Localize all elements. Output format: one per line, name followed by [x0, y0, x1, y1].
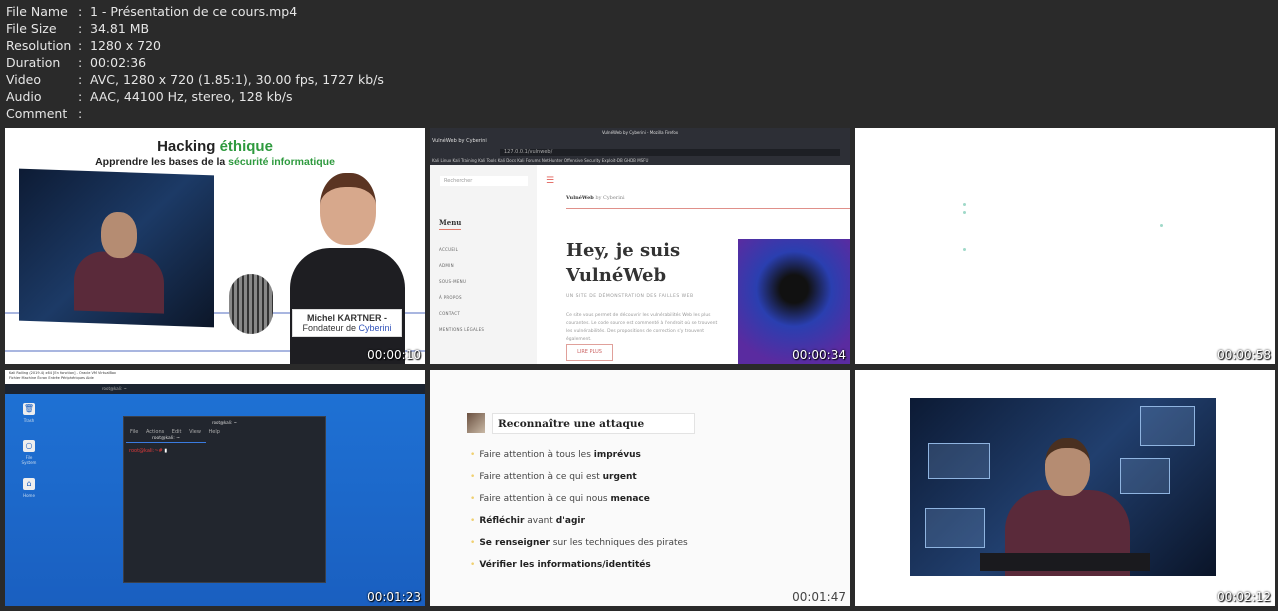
- menu-item: SOUS-MENU: [439, 279, 467, 284]
- bullet-text: Se renseigner: [479, 538, 550, 548]
- kali-panel: root@kali: ~: [5, 384, 425, 394]
- url-bar: 127.0.0.1/vulnweb/: [500, 149, 840, 156]
- file-info: File Name:1 - Présentation de ce cours.m…: [6, 3, 384, 122]
- matrix-image: [738, 239, 850, 364]
- window-title: VulnéWeb by Cyberini - Mozilla Firefox: [601, 130, 679, 135]
- read-more-button: LIRE PLUS: [566, 344, 613, 361]
- filesystem-icon: ○ File System: [21, 440, 37, 465]
- info-key: Comment: [6, 106, 68, 121]
- info-colon: :: [78, 4, 83, 19]
- menu-item: ACCUEIL: [439, 247, 459, 252]
- divider: [566, 208, 850, 209]
- timestamp: 00:00:58: [1217, 348, 1271, 362]
- bullet-text: Faire attention à ce qui est: [479, 472, 603, 482]
- dot: [963, 248, 966, 251]
- dot: [1160, 224, 1163, 227]
- bullet-text: d'agir: [555, 516, 585, 526]
- hero-heading: Hey, je suis VulnéWeb: [566, 240, 681, 286]
- browser-chrome: VulnéWeb by Cyberini - Mozilla Firefox V…: [430, 128, 850, 165]
- timestamp: 00:00:10: [367, 348, 421, 362]
- slide-bullets: Faire attention à tous les imprévusFaire…: [470, 450, 688, 582]
- bullet-item: Se renseigner sur les techniques des pir…: [470, 538, 688, 560]
- trash-icon: 🗑 Trash: [23, 403, 35, 423]
- sidebar: Rechercher Menu ACCUEIL ADMIN SOUS-MENU …: [430, 165, 537, 364]
- info-row: Video: AVC, 1280 x 720 (1.85:1), 30.00 fp…: [6, 71, 384, 88]
- bullet-item: Faire attention à tous les imprévus: [470, 450, 688, 472]
- bullet-text: Faire attention à ce qui nous: [479, 494, 611, 504]
- info-value: 1280 x 720: [90, 38, 162, 53]
- thumbnail-5[interactable]: Reconnaître une attaque Faire attention …: [430, 370, 850, 606]
- bullet-text: Réfléchir: [479, 516, 525, 526]
- info-row: Comment:: [6, 105, 384, 122]
- info-key: Duration: [6, 55, 61, 70]
- info-value: AVC, 1280 x 720 (1.85:1), 30.00 fps, 172…: [90, 72, 384, 87]
- search-input: Rechercher: [440, 176, 528, 186]
- thumbnail-1[interactable]: Hacking éthique Apprendre les bases de l…: [5, 128, 425, 364]
- info-row: Audio: AAC, 44100 Hz, stereo, 128 kb/s: [6, 88, 384, 105]
- terminal-window: root@kali: ~ File Actions Edit View Help…: [123, 416, 326, 583]
- timestamp: 00:02:12: [1217, 590, 1271, 604]
- dot: [963, 203, 966, 206]
- microphone-image: [229, 274, 273, 334]
- thumbnail-2[interactable]: VulnéWeb by Cyberini - Mozilla Firefox V…: [430, 128, 850, 364]
- info-colon: :: [78, 106, 83, 121]
- bullet-text: menace: [610, 494, 650, 504]
- info-key: File Name: [6, 4, 68, 19]
- thumbnail-3[interactable]: 00:00:58: [855, 128, 1275, 364]
- hamburger-icon: ☰: [546, 176, 555, 186]
- course-subtitle: Apprendre les bases de la sécurité infor…: [95, 156, 335, 168]
- thumbnail-4[interactable]: Kali Rolling (2019.4) x64 [En fonction] …: [5, 370, 425, 606]
- info-key: Resolution: [6, 38, 72, 53]
- site-brand: VulnéWeb by Cyberini: [566, 195, 625, 201]
- info-value: 00:02:36: [90, 55, 147, 70]
- bullet-item: Faire attention à ce qui est urgent: [470, 472, 688, 494]
- info-colon: :: [78, 38, 83, 53]
- info-colon: :: [78, 55, 83, 70]
- presenter-card: Michel KARTNER - Fondateur de Cyberini: [292, 309, 402, 337]
- info-colon: :: [78, 89, 83, 104]
- timestamp: 00:01:23: [367, 590, 421, 604]
- info-key: Video: [6, 72, 42, 87]
- slide-title: Reconnaître une attaque: [492, 413, 695, 434]
- bullet-text: Vérifier les informations/identités: [479, 560, 651, 570]
- menu-item: ADMIN: [439, 263, 454, 268]
- info-row: File Size:34.81 MB: [6, 20, 384, 37]
- info-row: File Name:1 - Présentation de ce cours.m…: [6, 3, 384, 20]
- avatar: [467, 413, 485, 433]
- browser-tab: VulnéWeb by Cyberini: [432, 138, 487, 144]
- thumbnail-6[interactable]: 00:02:12: [855, 370, 1275, 606]
- dot: [963, 211, 966, 214]
- bullet-text: Faire attention à tous les: [479, 450, 594, 460]
- hero-paragraph: Ce site vous permet de découvrir les vul…: [566, 313, 718, 342]
- bullet-text: urgent: [602, 472, 637, 482]
- info-value: 1 - Présentation de ce cours.mp4: [90, 4, 298, 19]
- bullet-item: Vérifier les informations/identités: [470, 560, 688, 582]
- bullet-text: imprévus: [593, 450, 641, 460]
- bullet-text: avant: [524, 516, 556, 526]
- bullet-item: Réfléchir avant d'agir: [470, 516, 688, 538]
- home-icon: ⌂ Home: [23, 478, 35, 498]
- info-value: AAC, 44100 Hz, stereo, 128 kb/s: [90, 89, 293, 104]
- course-title: Hacking éthique: [157, 138, 273, 155]
- virtualbox-titlebar: Kali Rolling (2019.4) x64 [En fonction] …: [5, 370, 425, 384]
- hacker-image: [910, 398, 1216, 576]
- bullet-item: Faire attention à ce qui nous menace: [470, 494, 688, 516]
- info-key: Audio: [6, 89, 42, 104]
- info-value: 34.81 MB: [90, 21, 150, 36]
- bookmarks-bar: Kali Linux Kali Training Kali Tools Kali…: [432, 158, 649, 163]
- info-colon: :: [78, 72, 83, 87]
- menu-heading: Menu: [439, 218, 462, 230]
- hacker-image: [19, 168, 214, 328]
- menu-item: MENTIONS LÉGALES: [439, 327, 485, 332]
- menu-item: À PROPOS: [439, 295, 462, 300]
- timestamp: 00:01:47: [792, 590, 846, 604]
- menu-item: CONTACT: [439, 311, 461, 316]
- bullet-text: sur les techniques des pirates: [549, 538, 688, 548]
- info-colon: :: [78, 21, 83, 36]
- info-row: Resolution:1280 x 720: [6, 37, 384, 54]
- info-key: File Size: [6, 21, 57, 36]
- timestamp: 00:00:34: [792, 348, 846, 362]
- hero-subtitle: UN SITE DE DÉMONSTRATION DES FAILLES WEB: [566, 294, 694, 299]
- info-row: Duration:00:02:36: [6, 54, 384, 71]
